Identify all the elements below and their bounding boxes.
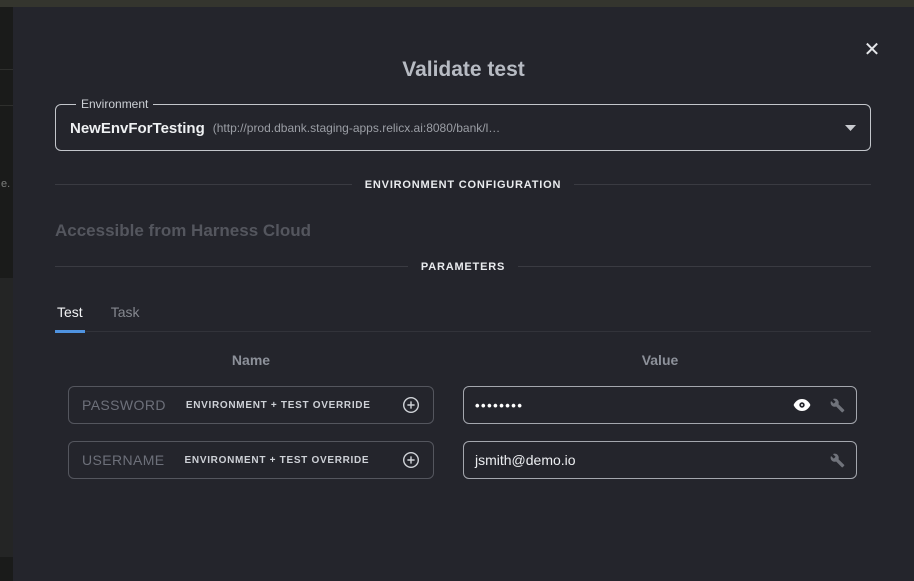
- wrench-icon[interactable]: [830, 398, 845, 413]
- dialog-title: Validate test: [13, 57, 914, 83]
- plus-circle-icon[interactable]: [402, 451, 420, 469]
- wrench-icon[interactable]: [830, 453, 845, 468]
- divider-line: [518, 266, 871, 267]
- background-partial-text: e.: [1, 178, 10, 190]
- param-value: jsmith@demo.io: [475, 452, 576, 468]
- chevron-down-icon[interactable]: [845, 125, 856, 131]
- param-scope-badge: ENVIRONMENT + TEST OVERRIDE: [186, 400, 371, 411]
- divider-line: [55, 266, 408, 267]
- param-value-input-password[interactable]: ••••••••: [463, 386, 857, 424]
- background-divider: [0, 105, 13, 106]
- param-name: PASSWORD: [82, 397, 166, 413]
- param-scope-badge: ENVIRONMENT + TEST OVERRIDE: [185, 455, 370, 466]
- parameters-column-headers: Name Value: [55, 352, 871, 369]
- environment-access-note: Accessible from Harness Cloud: [55, 220, 871, 241]
- close-icon[interactable]: ✕: [859, 37, 885, 63]
- param-name: USERNAME: [82, 452, 165, 468]
- section-divider-environment-configuration: ENVIRONMENT CONFIGURATION: [55, 177, 871, 192]
- column-header-name: Name: [68, 352, 434, 369]
- section-divider-parameters: PARAMETERS: [55, 259, 871, 274]
- parameter-row-username: USERNAME ENVIRONMENT + TEST OVERRIDE jsm…: [55, 441, 871, 479]
- divider-line: [55, 184, 352, 185]
- column-header-value: Value: [463, 352, 857, 369]
- background-app-edge: e.: [0, 7, 13, 581]
- param-name-box-username: USERNAME ENVIRONMENT + TEST OVERRIDE: [68, 441, 434, 479]
- environment-name: NewEnvForTesting: [70, 120, 205, 137]
- validate-test-dialog: ✕ Validate test Environment NewEnvForTes…: [13, 7, 914, 581]
- divider-line: [574, 184, 871, 185]
- tab-task[interactable]: Task: [109, 304, 142, 333]
- parameter-row-password: PASSWORD ENVIRONMENT + TEST OVERRIDE •••…: [55, 386, 871, 424]
- param-value-input-username[interactable]: jsmith@demo.io: [463, 441, 857, 479]
- section-title: PARAMETERS: [421, 261, 505, 273]
- background-top-strip: [0, 0, 914, 7]
- environment-url: (http://prod.dbank.staging-apps.relicx.a…: [213, 121, 501, 135]
- param-value-masked: ••••••••: [475, 398, 523, 413]
- environment-select[interactable]: Environment NewEnvForTesting (http://pro…: [55, 97, 871, 151]
- param-name-box-password: PASSWORD ENVIRONMENT + TEST OVERRIDE: [68, 386, 434, 424]
- parameters-tab-bar: Test Task: [55, 304, 871, 332]
- background-divider: [0, 69, 13, 70]
- environment-select-label: Environment: [76, 97, 153, 111]
- eye-icon[interactable]: [793, 399, 811, 411]
- plus-circle-icon[interactable]: [402, 396, 420, 414]
- section-title: ENVIRONMENT CONFIGURATION: [365, 179, 561, 191]
- background-panel: [0, 278, 13, 557]
- tab-test[interactable]: Test: [55, 304, 85, 333]
